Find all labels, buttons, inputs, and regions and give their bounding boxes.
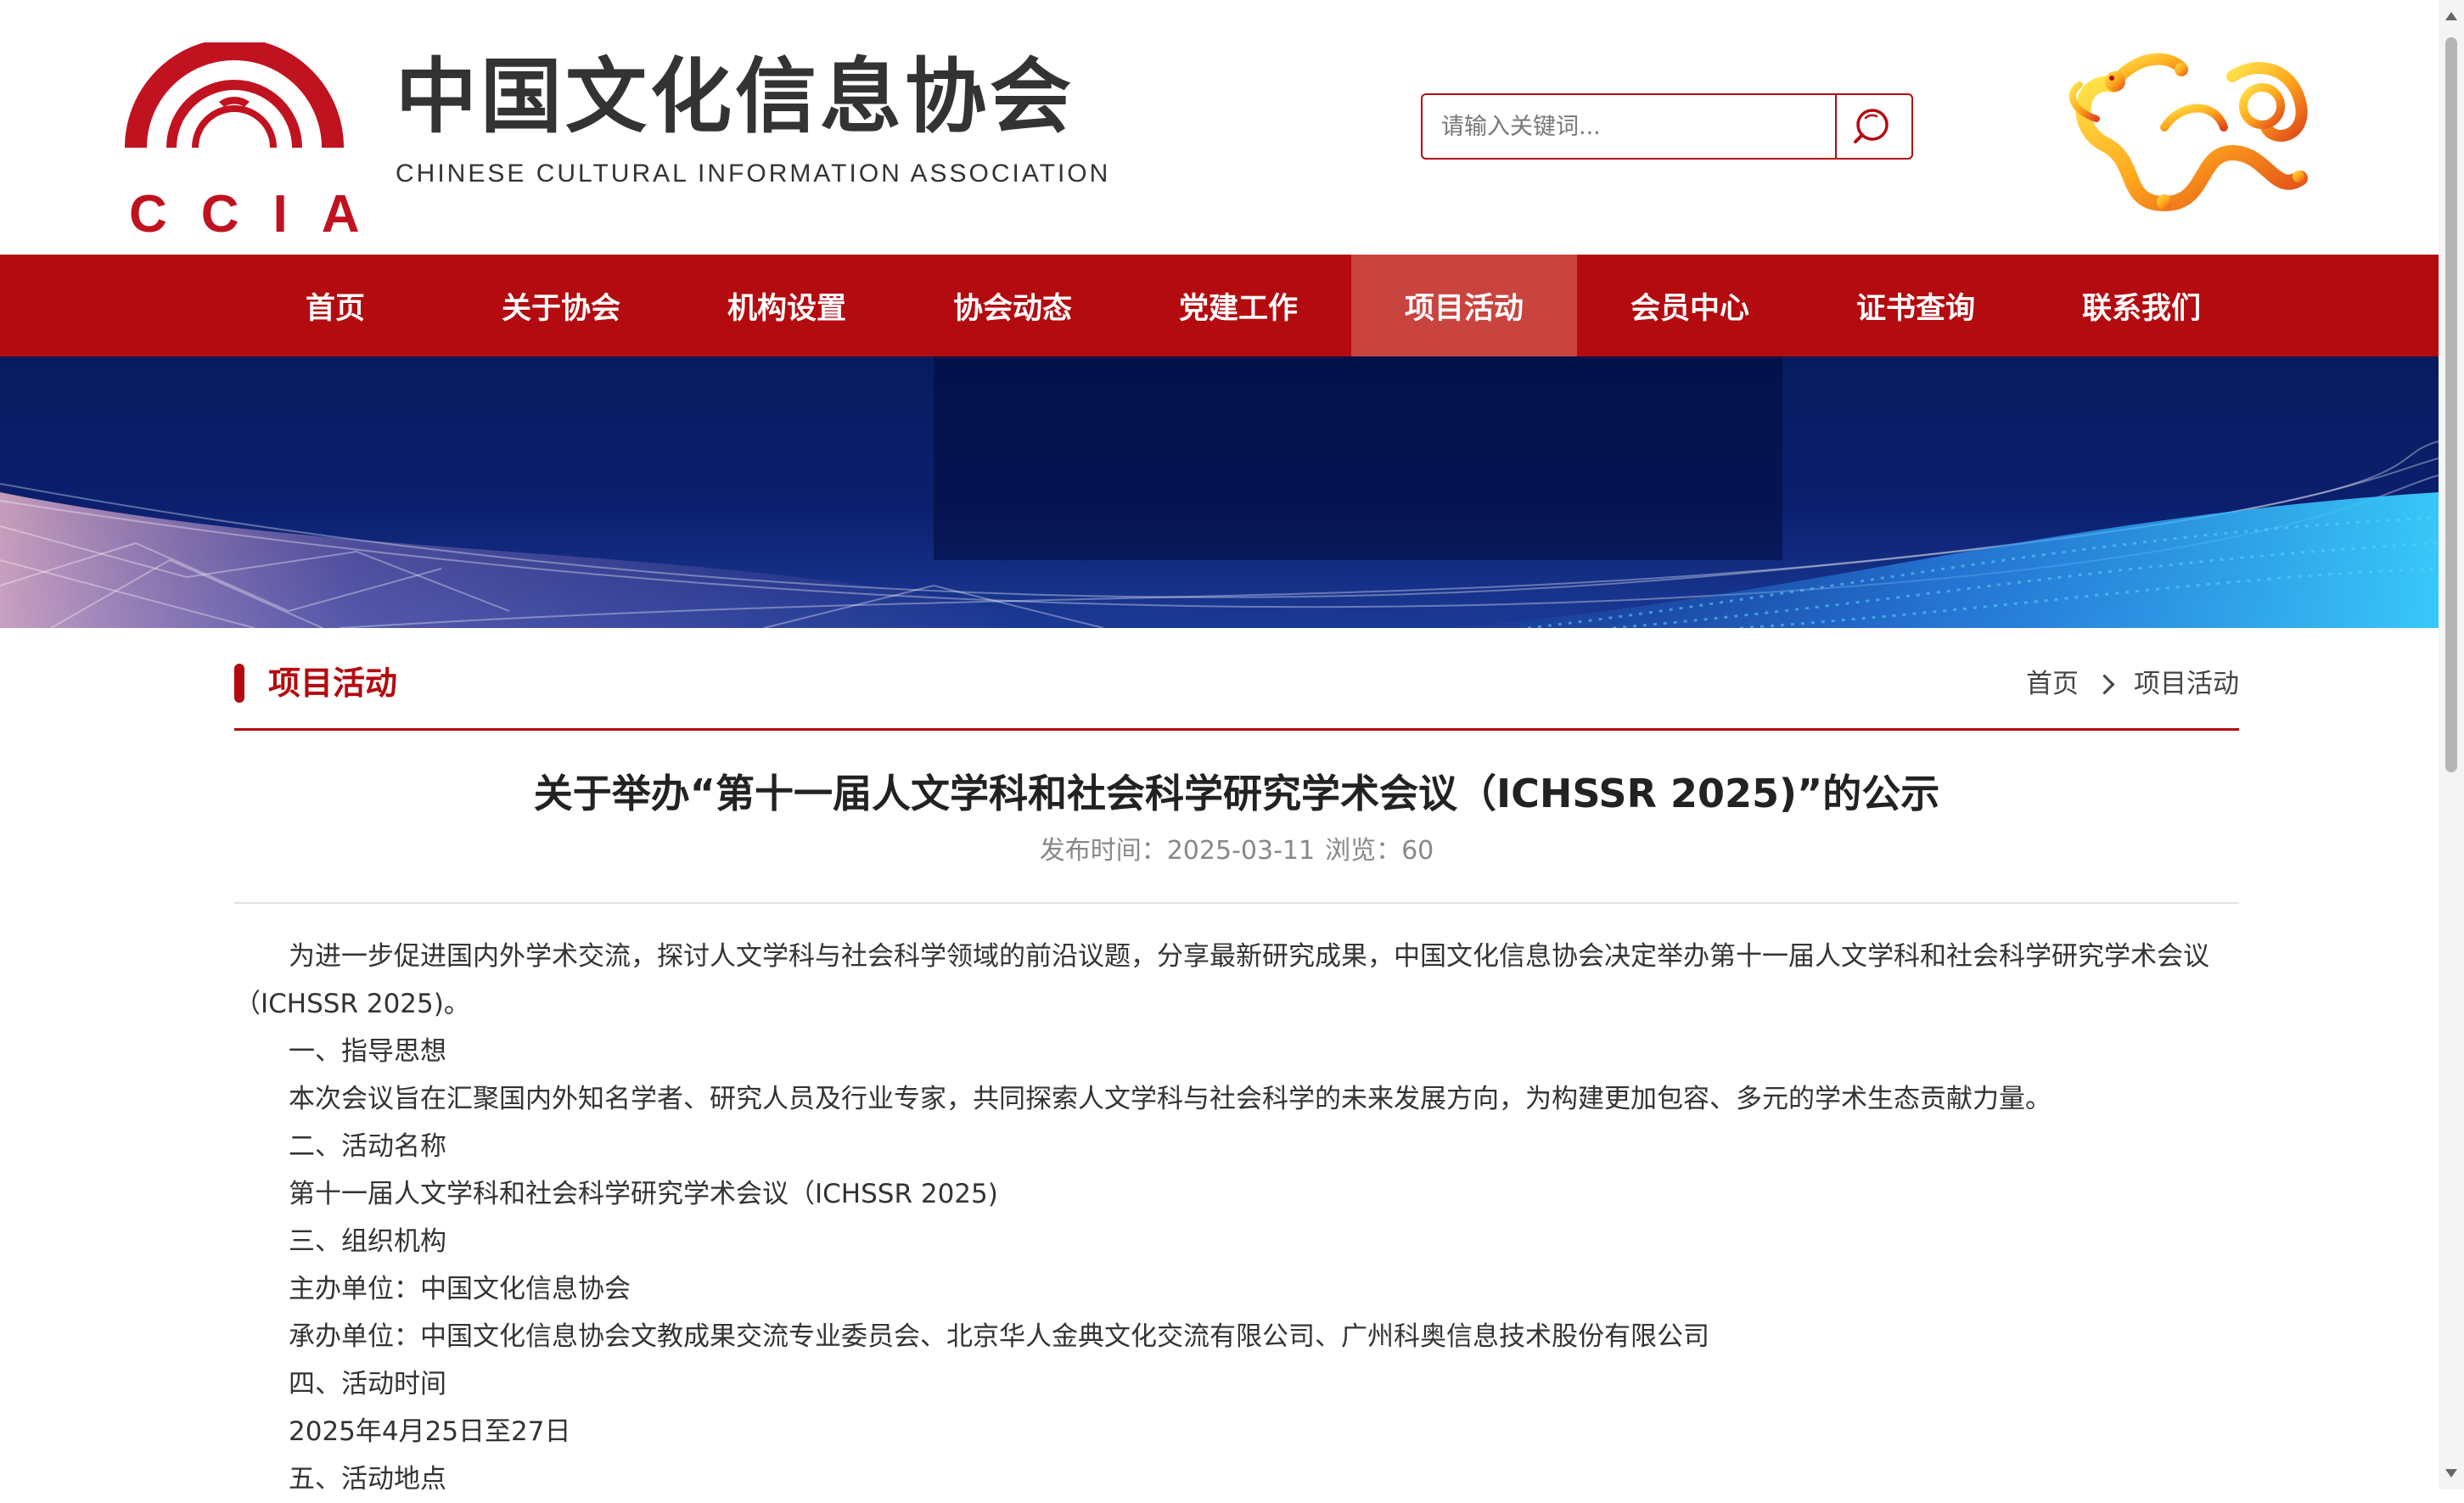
article-paragraph: 本次会议旨在汇聚国内外知名学者、研究人员及行业专家，共同探索人文学科与社会科学的…: [289, 1084, 2051, 1114]
article-paragraph: 承办单位：中国文化信息协会文教成果交流专业委员会、北京华人金典文化交流有限公司、…: [289, 1321, 1709, 1352]
section-header: 项目活动 首页 项目活动: [234, 628, 2239, 731]
search-box: [1421, 93, 1913, 160]
article-paragraph: 第十一届人文学科和社会科学研究学术会议（ICHSSR 2025): [289, 1179, 998, 1209]
views-count: 60: [1401, 836, 1434, 866]
nav-item-home[interactable]: 首页: [222, 255, 448, 356]
hero-banner: [0, 356, 2439, 628]
nav-item-projects[interactable]: 项目活动: [1351, 255, 1577, 356]
search-button[interactable]: [1835, 95, 1911, 158]
nav-item-contact[interactable]: 联系我们: [2029, 255, 2254, 356]
section-marker: [234, 664, 244, 703]
article-paragraph: 一、指导思想: [289, 1036, 446, 1067]
article-paragraph: 二、活动名称: [289, 1131, 446, 1162]
breadcrumb-current-link[interactable]: 项目活动: [2134, 665, 2239, 703]
site-header: CCIA 中国文化信息协会 CHINESE CULTURAL INFORMATI…: [0, 0, 2439, 255]
logo-letters: CCIA: [129, 185, 394, 244]
article-paragraph: 为进一步促进国内外学术交流，探讨人文学科与社会科学领域的前沿议题，分享最新研究成…: [234, 941, 2209, 1019]
page-scrollbar[interactable]: [2439, 0, 2464, 1489]
nav-item-certificates[interactable]: 证书查询: [1803, 255, 2029, 356]
breadcrumb-home-link[interactable]: 首页: [2026, 665, 2079, 703]
divider: [234, 902, 2239, 904]
search-icon: [1854, 109, 1889, 143]
publish-label: 发布时间：: [1039, 836, 1167, 866]
banner-image: [0, 356, 2439, 628]
scrollbar-thumb[interactable]: [2445, 37, 2457, 772]
ccia-logo[interactable]: CCIA: [124, 38, 360, 241]
nav-item-members[interactable]: 会员中心: [1577, 255, 1803, 356]
main-nav: 首页 关于协会 机构设置 协会动态 党建工作 项目活动 会员中心 证书查询 联系…: [0, 255, 2439, 356]
article-paragraph: 2025年4月25日至27日: [289, 1416, 571, 1447]
dragon-emblem-icon: [2068, 53, 2308, 212]
section-title: 项目活动: [268, 665, 398, 702]
article-container: 项目活动 首页 项目活动 关于举办“第十一届人文学科和社会科学研究学术会议（IC…: [234, 628, 2239, 1503]
article-meta: 发布时间：2025-03-11 浏览：60: [234, 834, 2239, 868]
nav-item-about[interactable]: 关于协会: [448, 255, 674, 356]
article-paragraph: 五、活动地点: [289, 1464, 446, 1495]
scroll-up-arrow-icon[interactable]: [2445, 12, 2457, 20]
nav-item-party-building[interactable]: 党建工作: [1125, 255, 1351, 356]
scroll-down-arrow-icon[interactable]: [2445, 1469, 2457, 1478]
article-paragraph: 主办单位：中国文化信息协会: [289, 1274, 631, 1304]
article-paragraph: 三、组织机构: [289, 1226, 446, 1257]
nav-item-news[interactable]: 协会动态: [900, 255, 1125, 356]
views-label: 浏览：: [1325, 836, 1402, 866]
nav-item-organization[interactable]: 机构设置: [674, 255, 900, 356]
site-title: 中国文化信息协会: [396, 49, 1075, 144]
breadcrumb: 首页 项目活动: [2026, 665, 2239, 703]
article-paragraph: 四、活动时间: [289, 1369, 446, 1399]
logo-arch-icon: [125, 38, 344, 149]
article-title: 关于举办“第十一届人文学科和社会科学研究学术会议（ICHSSR 2025)”的公…: [533, 771, 1940, 816]
publish-date: 2025-03-11: [1166, 836, 1316, 866]
chevron-right-icon: [2094, 673, 2115, 695]
site-subtitle: CHINESE CULTURAL INFORMATION ASSOCIATION: [396, 160, 1111, 188]
search-input[interactable]: [1423, 95, 1837, 158]
article-body: 为进一步促进国内外学术交流，探讨人文学科与社会科学领域的前沿议题，分享最新研究成…: [234, 933, 2239, 1503]
